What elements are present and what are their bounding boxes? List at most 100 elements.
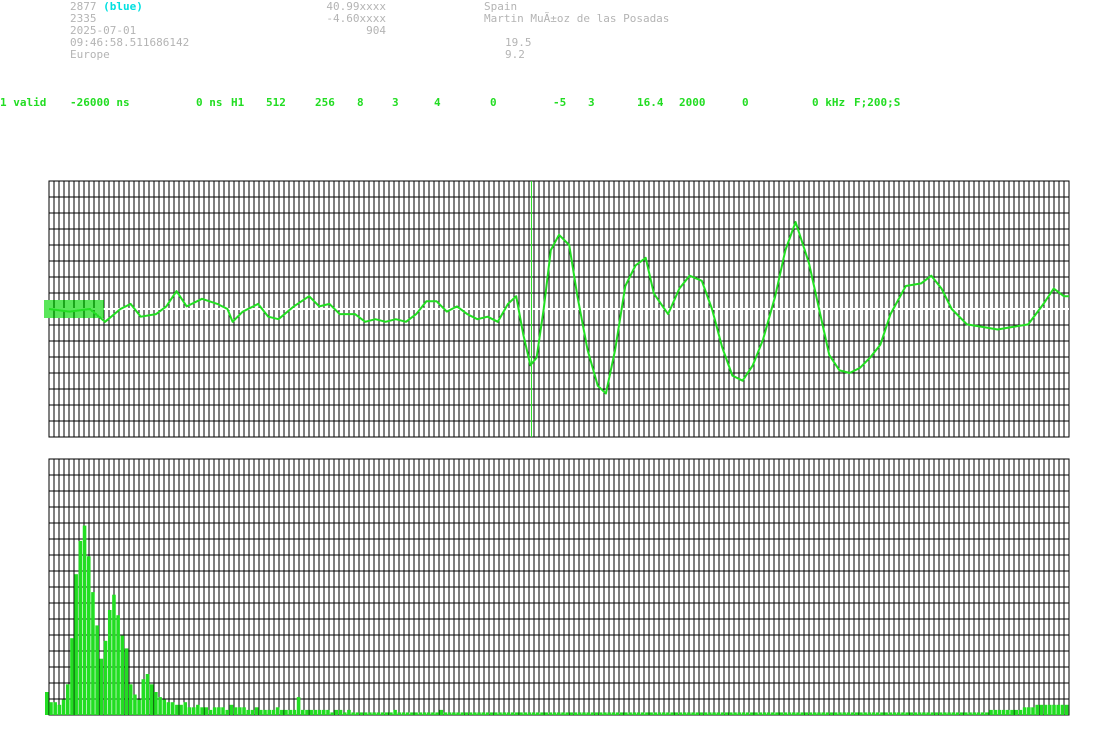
spectrum-bar — [624, 712, 628, 715]
spectrum-bar — [397, 712, 402, 715]
spectrum-bar — [540, 712, 544, 715]
spectrum-bar — [393, 709, 397, 715]
spectrum-bar — [103, 640, 108, 715]
spectrum-bar — [338, 709, 343, 715]
spectrum-bar — [456, 712, 460, 715]
spectrum-bar — [691, 712, 695, 715]
spectrum-bar — [498, 712, 502, 715]
spectrum-bar — [70, 638, 74, 715]
spectrum-bar — [661, 712, 666, 715]
spectrum-bar — [49, 702, 53, 715]
spectrum-bar — [250, 709, 255, 715]
spectrum-bar — [426, 712, 431, 715]
spectrum-bar — [355, 712, 360, 715]
spectrum-bar — [968, 712, 972, 715]
spectrum-bar — [829, 712, 834, 715]
spectrum-bar — [917, 712, 922, 715]
spectrum-bar — [221, 707, 225, 715]
spectrum-bar — [548, 712, 553, 715]
spectrum-bar — [267, 709, 271, 715]
spectrum-bar — [628, 712, 632, 715]
spectrum-bar — [947, 712, 951, 715]
spectrum-bar — [275, 707, 280, 715]
spectrum-bar — [972, 712, 977, 715]
spectrum-bar — [422, 712, 427, 715]
spectrum-bar — [95, 625, 99, 715]
spectrum-bar — [519, 712, 523, 715]
spectrum-bar — [196, 704, 200, 715]
spectrum-bar — [611, 712, 616, 715]
spectrum-bar — [133, 694, 137, 715]
spectrum-bar — [288, 709, 292, 715]
spectrum-bar — [993, 709, 998, 715]
spectrum-bar — [401, 712, 406, 715]
spectrum-bar — [225, 709, 230, 715]
spectrum-bar — [330, 712, 334, 715]
spectrum-bar — [45, 692, 49, 715]
spectrum-bar — [313, 709, 318, 715]
spectrum-bar — [959, 712, 964, 715]
spectrum-bar — [175, 704, 179, 715]
spectrum-bar — [699, 712, 704, 715]
spectrum-bar — [863, 712, 867, 715]
spectrum-bar — [867, 712, 872, 715]
spectrum-bar — [938, 712, 943, 715]
spectrum-bar — [615, 712, 620, 715]
spectrum-bar — [775, 712, 779, 715]
spectrum-bar — [200, 707, 204, 715]
spectrum-bar — [460, 712, 465, 715]
spectrum-bar — [804, 712, 809, 715]
spectrum-bar — [821, 712, 825, 715]
spectrum-bar — [1064, 704, 1069, 715]
spectrum-grid-lines — [48, 458, 1070, 716]
spectrum-bar — [817, 712, 821, 715]
spectrum-bar — [74, 574, 78, 715]
spectrum-bar — [1052, 704, 1056, 715]
spectrum-bar — [779, 712, 783, 715]
spectrum-bar — [1006, 709, 1010, 715]
spectrum-bar — [896, 712, 901, 715]
spectrum-bar — [473, 712, 477, 715]
spectrum-bar — [57, 704, 62, 715]
spectrum-bar — [1056, 704, 1060, 715]
spectrum-bar — [183, 702, 188, 715]
spectrum-bar — [1027, 707, 1031, 715]
spectrum-bar — [510, 712, 515, 715]
spectrum-bar — [162, 699, 167, 715]
spectrum-bar — [452, 712, 456, 715]
spectrum-bar — [351, 712, 355, 715]
spectrum-bar — [536, 712, 540, 715]
spectrum-bar — [657, 712, 662, 715]
spectrum-bar — [598, 712, 603, 715]
spectrum-bar — [741, 712, 746, 715]
spectrum-bar — [951, 712, 956, 715]
spectrum-bar — [468, 712, 473, 715]
spectrum-bar — [619, 712, 624, 715]
spectrum-bar — [884, 712, 888, 715]
spectrum-bar — [187, 707, 192, 715]
spectrum-bar — [796, 712, 800, 715]
spectrum-bar — [204, 707, 209, 715]
spectrum-bar — [943, 712, 947, 715]
spectrum-bar — [976, 712, 981, 715]
spectrum-bar — [238, 707, 242, 715]
spectrum-bar — [317, 709, 322, 715]
spectrum-bar — [229, 704, 234, 715]
spectrum-bar — [640, 712, 645, 715]
spectrum-bar — [703, 712, 708, 715]
spectrum-bar — [758, 712, 763, 715]
spectrum-bar — [892, 712, 897, 715]
spectrum-bar — [766, 712, 771, 715]
spectrum-bar — [636, 712, 641, 715]
spectrum-bar — [431, 712, 435, 715]
spectrum-bar — [557, 712, 561, 715]
spectrum-bar — [708, 712, 712, 715]
spectrum-bar — [997, 709, 1002, 715]
spectrum-bar — [485, 712, 490, 715]
spectrum-bar — [573, 712, 578, 715]
spectrum-bar — [682, 712, 687, 715]
spectrum-bar — [145, 674, 150, 715]
spectrum-bar — [410, 712, 414, 715]
spectrum-bar — [854, 712, 859, 715]
spectrum-bar — [955, 712, 960, 715]
